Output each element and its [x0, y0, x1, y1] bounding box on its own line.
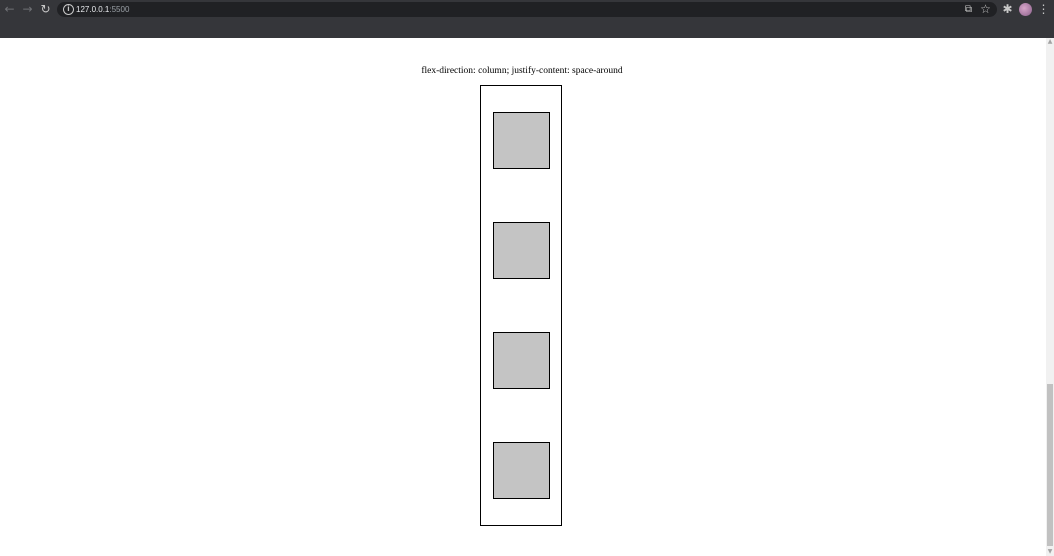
translate-icon[interactable]: ⧉	[961, 2, 976, 17]
star-icon[interactable]: ☆	[978, 2, 993, 17]
vertical-scrollbar[interactable]: ▲ ▼	[1046, 38, 1054, 556]
flex-caption: flex-direction: column; justify-content:…	[421, 66, 623, 76]
flex-item-1	[492, 112, 550, 170]
avatar[interactable]	[1019, 3, 1032, 16]
url-host: 127.0.0.1	[76, 5, 110, 14]
url-port: :5500	[109, 5, 130, 14]
back-arrow-icon[interactable]: ←	[2, 2, 17, 17]
forward-arrow-icon[interactable]: →	[20, 2, 35, 17]
url-text: 127.0.0.1:5500	[76, 3, 129, 16]
reload-icon[interactable]: ↻	[38, 2, 53, 17]
scroll-down-arrow-icon[interactable]: ▼	[1046, 548, 1054, 556]
flex-item-4	[492, 441, 550, 499]
flex-item-3	[492, 331, 550, 389]
scroll-up-arrow-icon[interactable]: ▲	[1046, 38, 1054, 46]
flex-container	[480, 85, 562, 526]
info-icon[interactable]: i	[63, 4, 74, 15]
scrollbar-thumb[interactable]	[1047, 384, 1053, 546]
kebab-menu-icon[interactable]: ⋮	[1036, 2, 1051, 17]
bookmarks-bar	[0, 19, 1054, 38]
browser-toolbar: ← → ↻ i 127.0.0.1:5500 ⧉ ☆ ✱ ⋮	[0, 0, 1054, 19]
address-bar[interactable]: i 127.0.0.1:5500	[57, 2, 997, 17]
flex-item-2	[492, 222, 550, 280]
puzzle-icon[interactable]: ✱	[1000, 2, 1015, 17]
